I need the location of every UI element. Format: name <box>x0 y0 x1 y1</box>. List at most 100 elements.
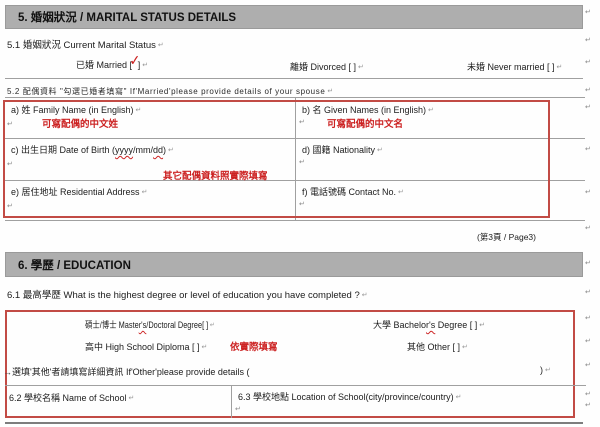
field-dob-label: c) 出生日期 Date of Birth ( <box>11 145 115 155</box>
annotation-given-names: 可寫配偶的中文名 <box>327 116 403 130</box>
field-family-name[interactable]: a) 姓 Family Name (in English)↵ <box>11 103 141 116</box>
checkbox-married[interactable]: 已婚 Married [✓]↵ <box>76 58 148 71</box>
field-nationality[interactable]: d) 國籍 Nationality↵ <box>302 143 383 156</box>
pilcrow-mark: ↵ <box>585 390 591 398</box>
checkbox-high-school-label: 高中 High School Diploma [ ] <box>85 342 200 352</box>
pilcrow-mark: ↵ <box>377 147 383 154</box>
checkbox-married-label: 已婚 Married [ <box>76 60 132 70</box>
checkbox-other[interactable]: 其他 Other [ ]↵ <box>407 340 468 353</box>
pilcrow-mark: ↵ <box>398 189 404 196</box>
checkbox-divorced[interactable]: 離婚 Divorced [ ]↵ <box>290 60 364 73</box>
checkbox-never-married[interactable]: 未婚 Never married [ ]↵ <box>467 60 562 73</box>
question-6-1: 6.1 最高學歷 What is the highest degree or l… <box>7 287 368 301</box>
pilcrow-mark: ↵ <box>585 8 591 16</box>
pilcrow-mark: ↵ <box>479 322 485 329</box>
pilcrow-mark: ↵ <box>210 322 215 329</box>
pilcrow-mark: ↵ <box>428 107 434 114</box>
arrow-icon: → <box>3 367 12 377</box>
checkmark-icon: ✓ <box>129 59 141 60</box>
pilcrow-mark: ↵ <box>358 64 364 71</box>
dob-yyyy: yyyy <box>115 145 133 155</box>
pilcrow-mark: ↵ <box>168 147 174 154</box>
checkbox-master-doctoral[interactable]: 碩士/博士 Master's/Doctoral Degree[ ]↵ <box>85 318 243 331</box>
pilcrow-mark: ↵ <box>7 202 13 210</box>
dob-dd: dd <box>153 145 163 155</box>
section5-title: 5. 婚姻狀況 / MARITAL STATUS DETAILS <box>18 9 236 25</box>
bottom-rule <box>5 422 583 424</box>
pilcrow-mark: ↵ <box>462 344 468 351</box>
field-school-name-label: 6.2 學校名稱 Name of School <box>9 393 127 403</box>
checkbox-never-married-label: 未婚 Never married [ ] <box>467 62 555 72</box>
pilcrow-mark: ↵ <box>585 259 591 267</box>
pilcrow-mark: ↵ <box>585 36 591 44</box>
pilcrow-mark: ↵ <box>235 405 241 413</box>
pilcrow-mark: ↵ <box>142 62 148 69</box>
pilcrow-mark: ↵ <box>585 103 591 111</box>
pilcrow-mark: ↵ <box>585 361 591 369</box>
table-row-divider <box>5 385 586 386</box>
spouse-details-table: a) 姓 Family Name (in English)↵ 可寫配偶的中文姓 … <box>5 97 585 220</box>
pilcrow-mark: ↵ <box>299 158 305 166</box>
annotation-fill-as-actual: 依實際填寫 <box>230 339 278 353</box>
pilcrow-mark: ↵ <box>362 292 368 299</box>
other-details-label: 選填'其他'者請填寫詳細資訊 If'Other'please provide d… <box>12 367 249 377</box>
pilcrow-mark: ↵ <box>557 64 563 71</box>
field-residential-address[interactable]: e) 居住地址 Residential Address↵ <box>11 185 147 198</box>
question-5-2: 5.2 配偶資料 "勾選已婚者填寫" If'Married'please pro… <box>7 86 334 97</box>
field-contact-no-label: f) 電話號碼 Contact No. <box>302 187 396 197</box>
pilcrow-mark: ↵ <box>585 145 591 153</box>
pilcrow-mark: ↵ <box>545 367 551 374</box>
field-date-of-birth[interactable]: c) 出生日期 Date of Birth (yyyy/mm/dd)↵ <box>11 143 174 156</box>
other-details-close-paren: )↵ <box>540 365 551 375</box>
table-column-divider <box>231 385 232 418</box>
pilcrow-mark: ↵ <box>7 160 13 168</box>
field-contact-no[interactable]: f) 電話號碼 Contact No.↵ <box>302 185 404 198</box>
field-nationality-label: d) 國籍 Nationality <box>302 145 375 155</box>
pilcrow-mark: ↵ <box>585 401 591 409</box>
checkbox-bachelor-bracket: Degree [ ] <box>435 320 477 330</box>
pilcrow-mark: ↵ <box>585 288 591 296</box>
pilcrow-mark: ↵ <box>7 120 13 128</box>
close-paren: ) <box>540 365 543 375</box>
divider-line <box>5 78 583 79</box>
pilcrow-mark: ↵ <box>585 86 591 94</box>
dob-close: ) <box>163 145 166 155</box>
pilcrow-mark: ↵ <box>327 88 333 95</box>
pilcrow-mark: ↵ <box>299 200 305 208</box>
question-5-1: 5.1 婚姻狀況 Current Marital Status↵ <box>7 37 164 51</box>
question-5-1-label: 5.1 婚姻狀況 Current Marital Status <box>7 40 156 51</box>
table-row-divider <box>5 220 585 221</box>
pilcrow-mark: ↵ <box>142 189 148 196</box>
form-page: 5. 婚姻狀況 / MARITAL STATUS DETAILS 5.1 婚姻狀… <box>0 0 600 427</box>
question-6-1-label: 6.1 最高學歷 What is the highest degree or l… <box>7 290 360 301</box>
annotation-box-education: 碩士/博士 Master's/Doctoral Degree[ ]↵ 大學 Ba… <box>5 310 575 418</box>
checkbox-master-label: 碩士/博士 Maste <box>85 320 139 330</box>
checkbox-other-label: 其他 Other [ ] <box>407 342 460 352</box>
checkbox-bachelor-label-wavy: r's <box>426 320 435 330</box>
pilcrow-mark: ↵ <box>585 314 591 322</box>
dob-mm: /mm/ <box>133 145 153 155</box>
field-residential-address-label: e) 居住地址 Residential Address <box>11 187 140 197</box>
checkbox-master-bracket: /Doctoral Degree[ ] <box>146 320 208 330</box>
pilcrow-mark: ↵ <box>299 118 305 126</box>
section5-header: 5. 婚姻狀況 / MARITAL STATUS DETAILS <box>5 5 583 29</box>
field-family-name-label: a) 姓 Family Name (in English) <box>11 105 134 115</box>
page-number: (第3頁 / Page3) <box>477 231 536 243</box>
field-school-location[interactable]: 6.3 學校地點 Location of School(city/provinc… <box>238 390 461 403</box>
checkbox-high-school[interactable]: 高中 High School Diploma [ ]↵ <box>85 340 207 353</box>
section6-title: 6. 學歷 / EDUCATION <box>18 257 131 273</box>
annotation-family-name: 可寫配偶的中文姓 <box>42 116 118 130</box>
field-school-name[interactable]: 6.2 學校名稱 Name of School↵ <box>9 391 134 404</box>
section6-header: 6. 學歷 / EDUCATION <box>5 252 583 277</box>
pilcrow-mark: ↵ <box>585 188 591 196</box>
checkbox-bachelor[interactable]: 大學 Bachelor's Degree [ ]↵ <box>373 318 485 331</box>
annotation-spouse-other-fields: 其它配偶資料照實際填寫 <box>163 168 268 182</box>
pilcrow-mark: ↵ <box>585 224 591 232</box>
pilcrow-mark: ↵ <box>585 58 591 66</box>
field-given-names[interactable]: b) 名 Given Names (in English)↵ <box>302 103 434 116</box>
pilcrow-mark: ↵ <box>158 42 164 49</box>
checkbox-master-label-wavy: r's <box>139 320 147 330</box>
field-school-location-label: 6.3 學校地點 Location of School(city/provinc… <box>238 392 454 402</box>
pilcrow-mark: ↵ <box>585 337 591 345</box>
checkbox-bachelor-label: 大學 Bachelo <box>373 320 426 330</box>
